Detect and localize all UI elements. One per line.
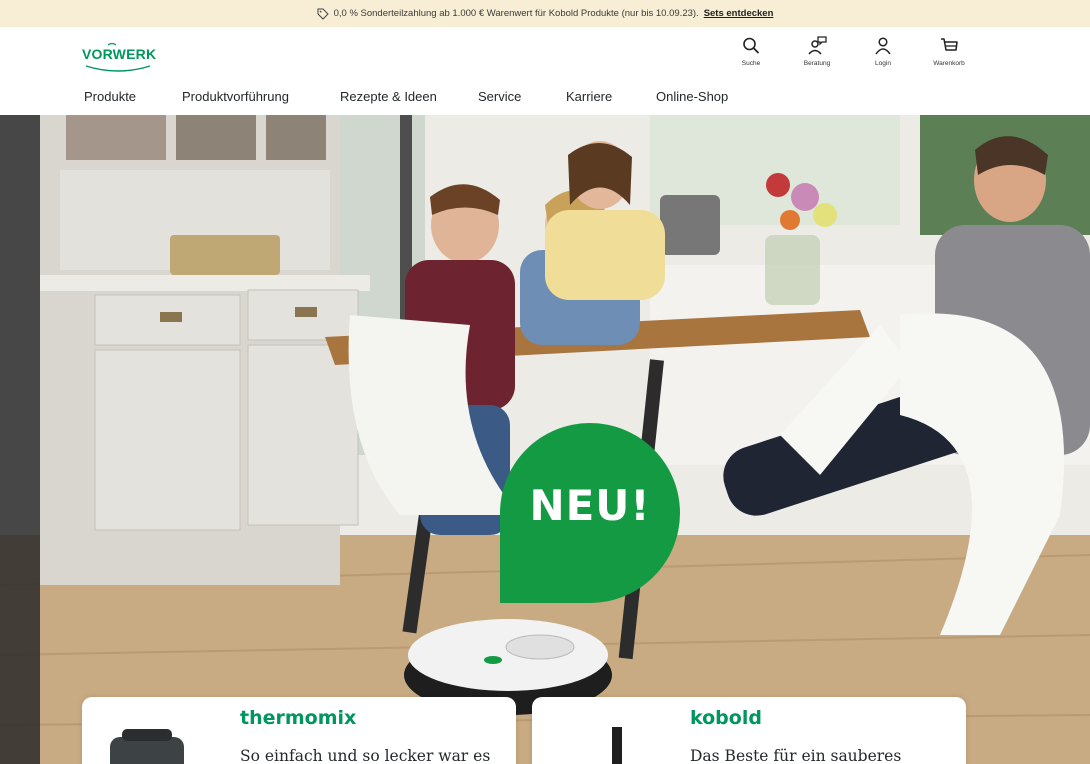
hero-image[interactable]: NEU!: [0, 115, 1090, 764]
thermomix-product-icon: [110, 729, 184, 764]
tag-icon: [317, 8, 329, 20]
advice-label: Beratung: [803, 60, 831, 67]
promo-link[interactable]: Sets entdecken: [704, 8, 774, 19]
nav-item-online-shop[interactable]: Online-Shop: [656, 89, 728, 104]
search-button[interactable]: Suche: [718, 35, 784, 67]
new-badge-text: NEU!: [529, 481, 651, 530]
header-icons: Suche Beratung Login Warenkorb: [718, 35, 982, 67]
kobold-teaser: Das Beste für ein sauberes: [690, 747, 902, 764]
promo-bar: 0,0 % Sonderteilzahlung ab 1.000 € Waren…: [0, 0, 1090, 27]
kobold-card[interactable]: kobold Das Beste für ein sauberes: [532, 697, 966, 764]
cart-icon: [941, 38, 958, 51]
main-nav: Produkte Produktvorführung Rezepte & Ide…: [0, 82, 1090, 115]
logo-swoosh-icon: [85, 42, 151, 72]
new-badge: NEU!: [500, 423, 680, 603]
login-button[interactable]: Login: [850, 35, 916, 67]
search-label: Suche: [741, 60, 761, 67]
kobold-product-icon: [612, 727, 622, 764]
nav-item-rezepte[interactable]: Rezepte & Ideen: [340, 89, 437, 104]
header: VORWERK Suche Beratung Login Warenkorb: [0, 27, 1090, 82]
nav-item-produktvorfuehrung[interactable]: Produktvorführung: [182, 89, 289, 104]
nav-item-karriere[interactable]: Karriere: [566, 89, 612, 104]
advice-icon: [808, 36, 827, 55]
login-label: Login: [875, 60, 891, 67]
search-icon: [743, 37, 759, 54]
cart-label: Warenkorb: [933, 60, 965, 67]
advice-button[interactable]: Beratung: [784, 35, 850, 67]
thermomix-brand: thermomix: [240, 707, 357, 729]
nav-item-produkte[interactable]: Produkte: [84, 89, 136, 104]
thermomix-card[interactable]: thermomix So einfach und so lecker war e…: [82, 697, 516, 764]
promo-text: 0,0 % Sonderteilzahlung ab 1.000 € Waren…: [333, 8, 699, 19]
vorwerk-logo[interactable]: VORWERK: [82, 42, 156, 74]
nav-item-service[interactable]: Service: [478, 89, 521, 104]
cart-button[interactable]: Warenkorb: [916, 35, 982, 67]
user-icon: [875, 37, 891, 55]
kobold-brand: kobold: [690, 707, 762, 729]
thermomix-teaser: So einfach und so lecker war es: [240, 747, 491, 764]
